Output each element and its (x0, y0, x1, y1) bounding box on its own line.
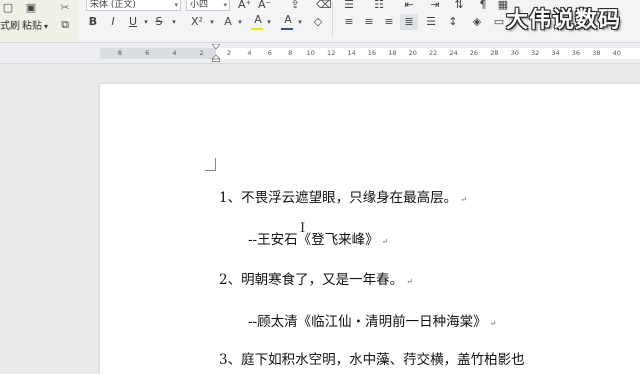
watermark: 大伟说数码 (506, 8, 622, 33)
paragraph-mark-icon: ↵ (460, 195, 467, 204)
line-text: 1、不畏浮云遮望眼，只缘身在最高层。 (219, 190, 458, 206)
ruler-tick: 4 (172, 49, 177, 57)
ruler-tick: 6 (145, 49, 150, 57)
font-color-icon[interactable]: A (282, 14, 294, 26)
underline-icon[interactable]: U (128, 16, 138, 28)
shading-icon[interactable]: ◈ (470, 16, 484, 28)
ruler-tick: 14 (347, 49, 356, 57)
line-text: 2、明朝寒食了，又是一年春。 (219, 272, 404, 288)
justify-icon[interactable]: ≣ (402, 16, 416, 28)
format-painter-icon[interactable]: ▢ (2, 2, 14, 14)
document-line[interactable]: 1、不畏浮云遮望眼，只缘身在最高层。 ↵ (219, 190, 467, 208)
font-name-select[interactable]: 宋体 (正文) ▾ (86, 0, 181, 11)
ruler-tick: 36 (571, 49, 581, 57)
sort-icon[interactable]: ⇅ (452, 0, 466, 11)
line-text: --顾太清《临江仙・清明前一日种海棠》 (248, 314, 487, 330)
borders-bottom-icon[interactable]: ▭ (492, 16, 506, 28)
italic-icon[interactable]: I (108, 16, 118, 28)
chevron-down-icon[interactable]: ▾ (265, 16, 273, 28)
chevron-down-icon: ▾ (174, 1, 178, 9)
divider (332, 2, 333, 36)
font-size-value: 小四 (190, 0, 209, 10)
chevron-down-icon: ▾ (223, 1, 227, 9)
paragraph-mark-icon: ↵ (406, 277, 413, 286)
decrease-indent-icon[interactable]: ⇤ (402, 0, 416, 11)
ruler-tick: 38 (592, 49, 601, 57)
ruler-tick: 6 (267, 49, 272, 57)
line-spacing-icon[interactable]: ↕ (446, 16, 460, 28)
ruler-tick: 2 (199, 49, 204, 57)
ruler-tick: 8 (288, 49, 293, 57)
clear-format-icon[interactable]: ◇ (312, 16, 324, 28)
ruler-tick: 18 (388, 49, 397, 57)
align-center-icon[interactable]: ≡ (362, 16, 376, 28)
indent-marker-icon[interactable] (212, 44, 220, 62)
ruler-tick: 34 (551, 49, 560, 57)
ruler-tick: 28 (490, 49, 499, 57)
distributed-icon[interactable]: ☰ (424, 16, 438, 28)
paragraph-mark-icon: ↵ (381, 237, 389, 246)
document-line[interactable]: --顾太清《临江仙・清明前一日种海棠》 ↵ (248, 314, 496, 332)
horizontal-ruler[interactable]: 8 6 4 2 2 4 6 8 10 12 14 16 18 20 22 24 26 28 30 32 34 36 38 40 (0, 43, 640, 64)
ruler-tick: 32 (531, 49, 540, 57)
chevron-down-icon[interactable]: ▾ (142, 16, 150, 28)
ruler-tick: 4 (247, 49, 252, 57)
margin-corner-mark (205, 158, 216, 171)
paragraph-mark-icon: ↵ (489, 319, 497, 328)
line-text: --王安石《登飞来峰》 (248, 232, 379, 248)
chevron-down-icon[interactable]: ▾ (208, 16, 216, 28)
font-color-swatch (281, 28, 293, 30)
ruler-tick: 10 (306, 49, 315, 57)
change-case-icon[interactable]: ⇪ (288, 0, 302, 11)
align-left-icon[interactable]: ≡ (342, 16, 356, 28)
paste-icon[interactable]: ▣ (24, 2, 38, 14)
ruler-tick: 30 (510, 49, 519, 57)
chevron-down-icon[interactable]: ▾ (170, 16, 178, 28)
grow-font-icon[interactable]: A⁺ (238, 0, 251, 11)
superscript-icon[interactable]: X² (188, 16, 206, 28)
align-right-icon[interactable]: ≡ (382, 16, 396, 28)
copy-icon[interactable]: ⧉ (58, 19, 72, 31)
ruler-tick: 12 (327, 49, 336, 57)
font-size-select[interactable]: 小四 ▾ (186, 0, 230, 11)
chevron-down-icon[interactable]: ▾ (236, 16, 244, 28)
font-name-value: 宋体 (正文) (90, 0, 136, 10)
ruler-tick: 16 (367, 49, 377, 57)
format-painter-button[interactable]: 式刷 (0, 21, 20, 33)
increase-indent-icon[interactable]: ⇥ (428, 0, 442, 11)
document-line[interactable]: --王安石《登飞来峰》 ↵ (248, 232, 388, 250)
clear-icon[interactable]: ⌫ (316, 0, 332, 11)
ruler-tick: 20 (408, 49, 417, 57)
ruler-tick: 2 (226, 49, 232, 57)
text-cursor-icon: I (300, 221, 306, 236)
highlight-icon[interactable]: A (252, 14, 264, 26)
paste-button[interactable]: 粘贴 (22, 21, 42, 33)
text-effect-icon[interactable]: A (222, 16, 234, 28)
line-text: 3、庭下如积水空明，水中藻、荇交横，盖竹柏影也 (219, 352, 525, 368)
bold-icon[interactable]: B (88, 16, 98, 28)
bullet-list-icon[interactable]: ☰ (342, 0, 356, 11)
ruler-tick: 8 (117, 49, 123, 57)
ruler-tick: 22 (429, 49, 438, 57)
document-line[interactable]: 3、庭下如积水空明，水中藻、荇交横，盖竹柏影也 (219, 352, 525, 368)
show-marks-icon[interactable]: ¶ (476, 0, 490, 11)
highlight-color-swatch (251, 28, 263, 30)
ruler-tick: 26 (469, 49, 479, 57)
document-line[interactable]: 2、明朝寒食了，又是一年春。 ↵ (219, 272, 413, 290)
numbered-list-icon[interactable]: ☷ (372, 0, 386, 11)
ruler-tick: 40 (612, 49, 621, 57)
chevron-down-icon[interactable]: ▾ (296, 16, 304, 28)
shrink-font-icon[interactable]: A⁻ (258, 0, 271, 11)
ruler-tick: 24 (449, 49, 458, 57)
paste-dropdown-icon[interactable]: ▾ (44, 21, 48, 33)
strikethrough-icon[interactable]: S (154, 16, 164, 28)
cut-icon[interactable]: ✂ (58, 2, 72, 14)
